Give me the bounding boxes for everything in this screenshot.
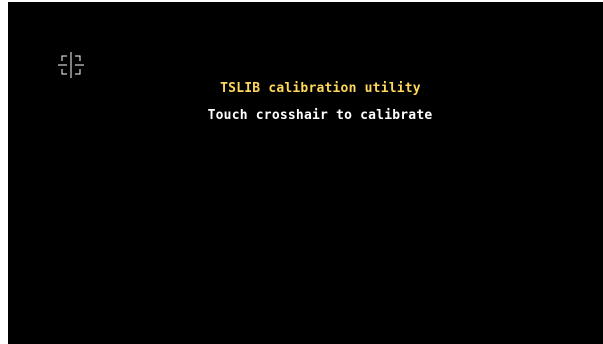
instruction-text: Touch crosshair to calibrate [207,108,433,123]
crosshair-icon[interactable] [58,52,84,78]
calibration-screen[interactable]: TSLIB calibration utility Touch crosshai… [8,2,603,344]
crosshair-graphic [58,52,84,78]
app-title: TSLIB calibration utility [220,81,421,96]
